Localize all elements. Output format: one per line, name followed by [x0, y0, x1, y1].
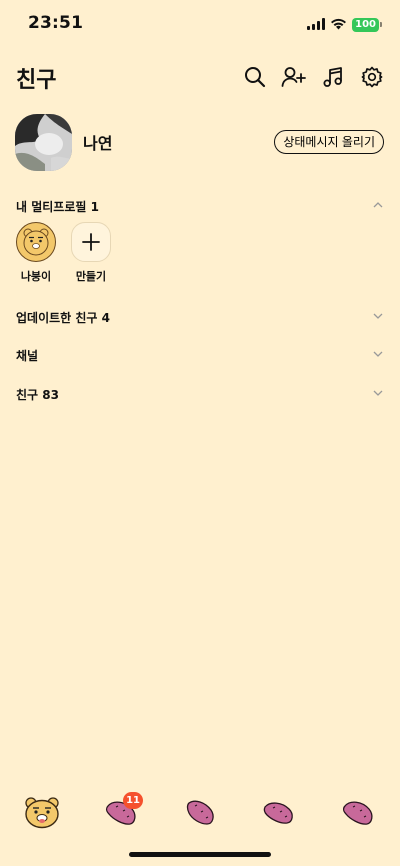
section-title: 친구 83	[16, 388, 59, 402]
multi-profile-item[interactable]: 나붕이	[6, 222, 66, 284]
status-time: 23:51	[28, 13, 84, 33]
channels-section-header[interactable]: 채널	[0, 343, 400, 367]
bottom-tab-bar: 11	[0, 790, 400, 834]
chevron-down-icon	[373, 390, 383, 396]
ryan-avatar	[16, 222, 56, 262]
friends-tab[interactable]	[22, 794, 62, 830]
signal-icon	[307, 15, 326, 34]
post-status-message-button[interactable]: 상태메시지 올리기	[274, 130, 384, 154]
multi-profile-list: 나붕이 만들기	[0, 222, 400, 286]
unread-badge: 11	[123, 792, 143, 809]
search-icon[interactable]	[242, 64, 267, 89]
ryan-face-icon	[25, 797, 59, 829]
multi-profile-section-header[interactable]: 내 멀티프로필 1	[0, 194, 400, 218]
shopping-tab[interactable]	[259, 794, 299, 830]
my-profile[interactable]: 나연 상태메시지 올리기	[0, 112, 400, 172]
sweet-potato-icon	[186, 800, 214, 825]
header-actions	[242, 64, 384, 89]
page-title: 친구	[16, 68, 57, 93]
battery-indicator: 100	[352, 17, 382, 32]
create-multi-profile-button[interactable]: 만들기	[61, 222, 121, 284]
chevron-up-icon	[373, 202, 383, 208]
wifi-icon	[330, 15, 347, 34]
avatar[interactable]	[15, 114, 72, 171]
section-title: 업데이트한 친구 4	[16, 311, 110, 325]
sweet-potato-icon	[263, 802, 293, 824]
friends-section-header[interactable]: 친구 83	[0, 382, 400, 406]
profile-name: 나연	[83, 134, 113, 153]
updated-friends-section-header[interactable]: 업데이트한 친구 4	[0, 305, 400, 329]
plus-icon	[71, 222, 111, 262]
status-indicators: 100	[307, 15, 382, 34]
status-bar: 23:51 100	[0, 0, 400, 48]
section-title: 채널	[16, 349, 39, 363]
music-icon[interactable]	[320, 64, 345, 89]
view-tab[interactable]	[180, 794, 220, 830]
chats-tab[interactable]: 11	[101, 792, 143, 830]
chevron-down-icon	[373, 351, 383, 357]
header: 친구	[0, 58, 400, 98]
settings-icon[interactable]	[359, 64, 384, 89]
section-title: 내 멀티프로필 1	[16, 200, 99, 214]
multi-profile-label: 만들기	[75, 270, 107, 283]
sweet-potato-icon	[342, 801, 373, 825]
more-tab[interactable]	[338, 794, 378, 830]
multi-profile-label: 나붕이	[20, 270, 52, 283]
home-indicator[interactable]	[129, 852, 271, 857]
add-friend-icon[interactable]	[281, 64, 306, 89]
chevron-down-icon	[373, 313, 383, 319]
